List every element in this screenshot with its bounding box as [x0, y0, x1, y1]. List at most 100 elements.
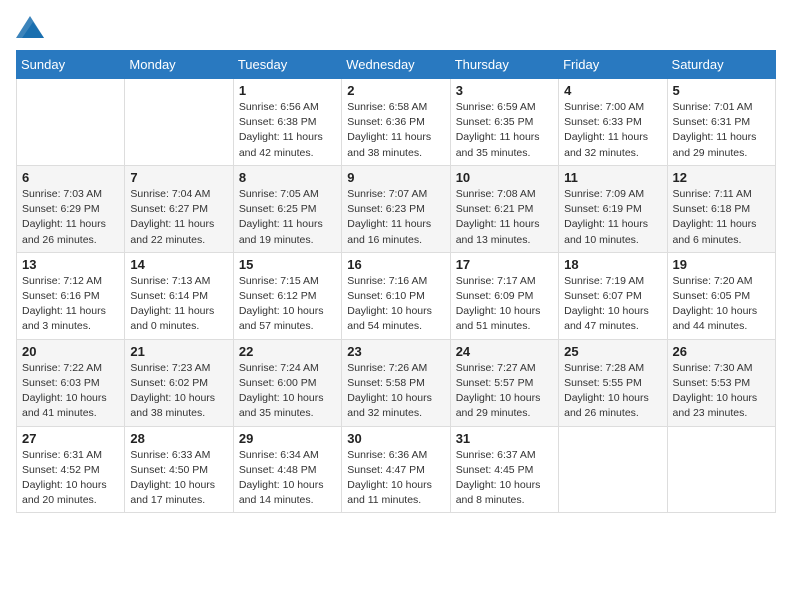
day-info: Sunrise: 7:26 AM Sunset: 5:58 PM Dayligh… [347, 361, 444, 422]
day-number: 30 [347, 431, 444, 446]
day-number: 19 [673, 257, 770, 272]
calendar-cell [17, 79, 125, 166]
calendar-cell: 11 Sunrise: 7:09 AM Sunset: 6:19 PM Dayli… [559, 165, 667, 252]
day-info: Sunrise: 7:24 AM Sunset: 6:00 PM Dayligh… [239, 361, 336, 422]
day-info: Sunrise: 7:28 AM Sunset: 5:55 PM Dayligh… [564, 361, 661, 422]
calendar-header-row: SundayMondayTuesdayWednesdayThursdayFrid… [17, 51, 776, 79]
day-of-week-header: Wednesday [342, 51, 450, 79]
page-header [16, 16, 776, 38]
calendar-table: SundayMondayTuesdayWednesdayThursdayFrid… [16, 50, 776, 513]
calendar-cell: 7 Sunrise: 7:04 AM Sunset: 6:27 PM Daylig… [125, 165, 233, 252]
day-info: Sunrise: 7:23 AM Sunset: 6:02 PM Dayligh… [130, 361, 227, 422]
day-number: 15 [239, 257, 336, 272]
day-number: 28 [130, 431, 227, 446]
calendar-cell: 3 Sunrise: 6:59 AM Sunset: 6:35 PM Daylig… [450, 79, 558, 166]
day-number: 7 [130, 170, 227, 185]
calendar-cell [559, 426, 667, 513]
calendar-cell: 13Sunrise: 7:12 AM Sunset: 6:16 PM Dayli… [17, 252, 125, 339]
calendar-cell: 18Sunrise: 7:19 AM Sunset: 6:07 PM Dayli… [559, 252, 667, 339]
day-number: 25 [564, 344, 661, 359]
day-info: Sunrise: 7:15 AM Sunset: 6:12 PM Dayligh… [239, 274, 336, 335]
day-info: Sunrise: 6:31 AM Sunset: 4:52 PM Dayligh… [22, 448, 119, 509]
day-number: 31 [456, 431, 553, 446]
day-info: Sunrise: 7:30 AM Sunset: 5:53 PM Dayligh… [673, 361, 770, 422]
day-info: Sunrise: 6:58 AM Sunset: 6:36 PM Dayligh… [347, 100, 444, 161]
day-of-week-header: Saturday [667, 51, 775, 79]
day-info: Sunrise: 6:56 AM Sunset: 6:38 PM Dayligh… [239, 100, 336, 161]
day-number: 26 [673, 344, 770, 359]
day-number: 8 [239, 170, 336, 185]
calendar-cell: 21 Sunrise: 7:23 AM Sunset: 6:02 PM Dayli… [125, 339, 233, 426]
calendar-cell: 28 Sunrise: 6:33 AM Sunset: 4:50 PM Dayli… [125, 426, 233, 513]
calendar-cell: 5 Sunrise: 7:01 AM Sunset: 6:31 PM Daylig… [667, 79, 775, 166]
day-of-week-header: Thursday [450, 51, 558, 79]
day-info: Sunrise: 7:00 AM Sunset: 6:33 PM Dayligh… [564, 100, 661, 161]
day-of-week-header: Sunday [17, 51, 125, 79]
day-number: 16 [347, 257, 444, 272]
calendar-cell: 2 Sunrise: 6:58 AM Sunset: 6:36 PM Daylig… [342, 79, 450, 166]
calendar-cell: 19 Sunrise: 7:20 AM Sunset: 6:05 PM Dayli… [667, 252, 775, 339]
day-of-week-header: Tuesday [233, 51, 341, 79]
day-info: Sunrise: 7:07 AM Sunset: 6:23 PM Dayligh… [347, 187, 444, 248]
day-number: 23 [347, 344, 444, 359]
calendar-cell: 9Sunrise: 7:07 AM Sunset: 6:23 PM Daylig… [342, 165, 450, 252]
day-number: 1 [239, 83, 336, 98]
day-info: Sunrise: 7:03 AM Sunset: 6:29 PM Dayligh… [22, 187, 119, 248]
calendar-cell: 6 Sunrise: 7:03 AM Sunset: 6:29 PM Daylig… [17, 165, 125, 252]
calendar-cell: 26 Sunrise: 7:30 AM Sunset: 5:53 PM Dayli… [667, 339, 775, 426]
calendar-cell: 20 Sunrise: 7:22 AM Sunset: 6:03 PM Dayli… [17, 339, 125, 426]
calendar-cell: 15 Sunrise: 7:15 AM Sunset: 6:12 PM Dayli… [233, 252, 341, 339]
day-info: Sunrise: 7:16 AM Sunset: 6:10 PM Dayligh… [347, 274, 444, 335]
day-of-week-header: Friday [559, 51, 667, 79]
calendar-cell: 27 Sunrise: 6:31 AM Sunset: 4:52 PM Dayli… [17, 426, 125, 513]
calendar-cell: 25 Sunrise: 7:28 AM Sunset: 5:55 PM Dayli… [559, 339, 667, 426]
calendar-cell: 16 Sunrise: 7:16 AM Sunset: 6:10 PM Dayli… [342, 252, 450, 339]
day-number: 11 [564, 170, 661, 185]
day-number: 3 [456, 83, 553, 98]
calendar-week-row: 27 Sunrise: 6:31 AM Sunset: 4:52 PM Dayli… [17, 426, 776, 513]
day-info: Sunrise: 7:04 AM Sunset: 6:27 PM Dayligh… [130, 187, 227, 248]
day-info: Sunrise: 7:13 AM Sunset: 6:14 PM Dayligh… [130, 274, 227, 335]
calendar-cell: 12Sunrise: 7:11 AM Sunset: 6:18 PM Dayli… [667, 165, 775, 252]
day-info: Sunrise: 6:34 AM Sunset: 4:48 PM Dayligh… [239, 448, 336, 509]
calendar-cell [125, 79, 233, 166]
day-number: 20 [22, 344, 119, 359]
calendar-week-row: 1 Sunrise: 6:56 AM Sunset: 6:38 PM Daylig… [17, 79, 776, 166]
calendar-cell: 23 Sunrise: 7:26 AM Sunset: 5:58 PM Dayli… [342, 339, 450, 426]
day-number: 24 [456, 344, 553, 359]
day-number: 5 [673, 83, 770, 98]
day-number: 6 [22, 170, 119, 185]
day-number: 14 [130, 257, 227, 272]
day-info: Sunrise: 7:27 AM Sunset: 5:57 PM Dayligh… [456, 361, 553, 422]
day-info: Sunrise: 7:22 AM Sunset: 6:03 PM Dayligh… [22, 361, 119, 422]
logo-icon [16, 16, 44, 38]
calendar-cell: 30 Sunrise: 6:36 AM Sunset: 4:47 PM Dayli… [342, 426, 450, 513]
calendar-cell: 1 Sunrise: 6:56 AM Sunset: 6:38 PM Daylig… [233, 79, 341, 166]
calendar-cell: 17 Sunrise: 7:17 AM Sunset: 6:09 PM Dayli… [450, 252, 558, 339]
day-info: Sunrise: 7:17 AM Sunset: 6:09 PM Dayligh… [456, 274, 553, 335]
calendar-cell: 4 Sunrise: 7:00 AM Sunset: 6:33 PM Daylig… [559, 79, 667, 166]
day-info: Sunrise: 7:09 AM Sunset: 6:19 PM Dayligh… [564, 187, 661, 248]
calendar-cell [667, 426, 775, 513]
day-info: Sunrise: 6:37 AM Sunset: 4:45 PM Dayligh… [456, 448, 553, 509]
calendar-cell: 31 Sunrise: 6:37 AM Sunset: 4:45 PM Dayli… [450, 426, 558, 513]
calendar-week-row: 20 Sunrise: 7:22 AM Sunset: 6:03 PM Dayli… [17, 339, 776, 426]
day-number: 27 [22, 431, 119, 446]
day-info: Sunrise: 7:12 AM Sunset: 6:16 PM Dayligh… [22, 274, 119, 335]
day-number: 4 [564, 83, 661, 98]
day-info: Sunrise: 7:01 AM Sunset: 6:31 PM Dayligh… [673, 100, 770, 161]
calendar-cell: 22 Sunrise: 7:24 AM Sunset: 6:00 PM Dayli… [233, 339, 341, 426]
day-number: 22 [239, 344, 336, 359]
day-info: Sunrise: 7:08 AM Sunset: 6:21 PM Dayligh… [456, 187, 553, 248]
day-of-week-header: Monday [125, 51, 233, 79]
day-number: 2 [347, 83, 444, 98]
day-number: 17 [456, 257, 553, 272]
day-number: 21 [130, 344, 227, 359]
day-info: Sunrise: 6:33 AM Sunset: 4:50 PM Dayligh… [130, 448, 227, 509]
day-info: Sunrise: 6:59 AM Sunset: 6:35 PM Dayligh… [456, 100, 553, 161]
calendar-week-row: 13Sunrise: 7:12 AM Sunset: 6:16 PM Dayli… [17, 252, 776, 339]
calendar-cell: 8Sunrise: 7:05 AM Sunset: 6:25 PM Daylig… [233, 165, 341, 252]
day-info: Sunrise: 6:36 AM Sunset: 4:47 PM Dayligh… [347, 448, 444, 509]
day-number: 18 [564, 257, 661, 272]
day-info: Sunrise: 7:20 AM Sunset: 6:05 PM Dayligh… [673, 274, 770, 335]
